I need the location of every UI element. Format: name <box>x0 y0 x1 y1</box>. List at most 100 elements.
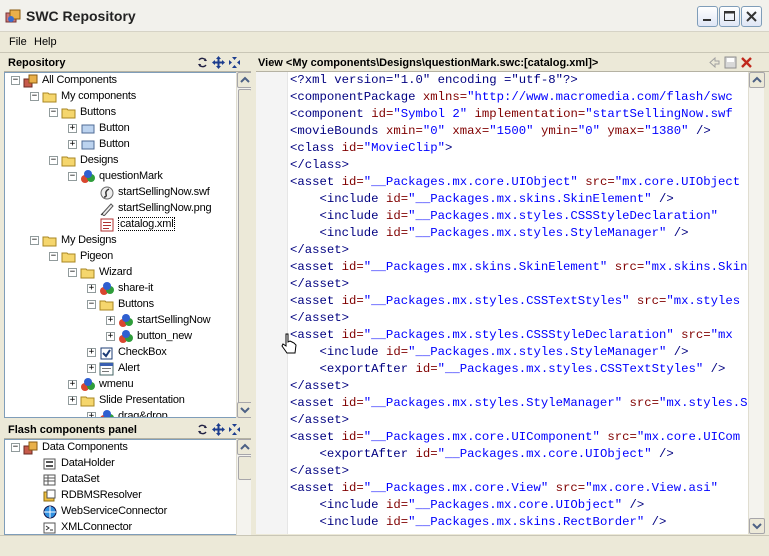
tree-item-label: drag&drop <box>118 410 168 418</box>
tree-item[interactable]: − Buttons <box>5 105 237 121</box>
tree-item[interactable]: DataSet <box>5 472 237 488</box>
collapse-toggle-icon[interactable]: − <box>49 156 58 165</box>
tree-item[interactable]: + button_new <box>5 329 237 345</box>
tree-item-label: Slide Presentation <box>99 394 185 406</box>
expand-toggle-icon[interactable]: + <box>106 332 115 341</box>
save-icon[interactable] <box>724 56 737 69</box>
collapse-toggle-icon[interactable]: − <box>30 236 39 245</box>
back-arrow-icon[interactable] <box>708 56 721 69</box>
tree-item[interactable]: + Alert <box>5 361 237 377</box>
tree-item[interactable]: XMLConnector <box>5 520 237 534</box>
tree-item[interactable]: + Button <box>5 121 237 137</box>
tree-item[interactable]: − questionMark <box>5 169 237 185</box>
tree-item[interactable]: WebServiceConnector <box>5 504 237 520</box>
menu-file[interactable]: File <box>9 36 27 48</box>
xml-code-view[interactable]: <?xml version="1.0" encoding ="utf-8"?> <… <box>288 72 748 534</box>
tree-item-label: Wizard <box>99 266 133 278</box>
expand-toggle-icon[interactable]: + <box>106 316 115 325</box>
expand-toggle-icon[interactable]: + <box>68 380 77 389</box>
scroll-up-button[interactable] <box>749 72 765 88</box>
collapse-toggle-icon[interactable]: − <box>49 252 58 261</box>
minimize-button[interactable] <box>697 6 718 27</box>
swc-component-icon <box>100 410 114 417</box>
tree-item-label: Buttons <box>80 106 116 118</box>
tree-item-label: Data Components <box>42 441 128 453</box>
expand-toggle-icon[interactable]: + <box>87 364 96 373</box>
tree-item[interactable]: − Wizard <box>5 265 237 281</box>
status-bar <box>0 535 769 556</box>
maximize-button[interactable] <box>719 6 740 27</box>
tree-item[interactable]: + startSellingNow <box>5 313 237 329</box>
close-button[interactable] <box>741 6 762 27</box>
scroll-thumb[interactable] <box>238 89 252 409</box>
flash-panel-title: Flash components panel <box>8 424 137 436</box>
expand-toggle-icon[interactable]: + <box>87 348 96 357</box>
repository-tree[interactable]: − All Components − My components − Buttons + Bu… <box>4 72 252 418</box>
menu-help[interactable]: Help <box>34 36 57 48</box>
expand-toggle-icon[interactable]: + <box>68 140 77 149</box>
tree-item-label: button_new <box>137 330 192 342</box>
title-bar: SWC Repository <box>0 0 769 32</box>
collapse-all-icon[interactable] <box>228 56 241 69</box>
tree-item[interactable]: − Buttons <box>5 297 237 313</box>
tree-item[interactable]: DataHolder <box>5 456 237 472</box>
tree-item-label: Buttons <box>118 298 154 310</box>
repository-scrollbar[interactable] <box>236 72 253 418</box>
tree-item[interactable]: catalog.xml <box>5 217 237 233</box>
code-line: </asset> <box>290 379 350 393</box>
code-line: <include id="__Packages.mx.styles.CSSSty… <box>290 209 719 223</box>
tree-item[interactable]: + CheckBox <box>5 345 237 361</box>
collapse-toggle-icon[interactable]: − <box>11 76 20 85</box>
expand-toggle-icon[interactable]: + <box>68 396 77 405</box>
tree-item-label: catalog.xml <box>118 217 176 231</box>
collapse-toggle-icon[interactable]: − <box>87 300 96 309</box>
xml-connector-icon <box>43 522 56 534</box>
view-panel-header: View <My components\Designs\questionMark… <box>256 55 769 72</box>
tree-item-label: DataSet <box>61 473 100 485</box>
tree-item[interactable]: startSellingNow.png <box>5 201 237 217</box>
repository-panel-title: Repository <box>8 57 66 69</box>
flash-components-tree[interactable]: − Data Components DataHolder DataSet RDBMSRe… <box>4 439 252 535</box>
collapse-toggle-icon[interactable]: − <box>68 268 77 277</box>
swc-component-icon <box>100 282 114 295</box>
tree-item-label: WebServiceConnector <box>61 505 168 517</box>
repository-panel-header: Repository <box>4 55 251 72</box>
tree-item-label: My Designs <box>61 234 117 246</box>
flash-panel-scrollbar[interactable] <box>236 439 253 535</box>
tree-item[interactable]: − Designs <box>5 153 237 169</box>
collapse-toggle-icon[interactable]: − <box>49 108 58 117</box>
code-line: <asset id="__Packages.mx.core.View" src=… <box>290 481 719 495</box>
collapse-toggle-icon[interactable]: − <box>11 443 20 452</box>
tree-item[interactable]: + Button <box>5 137 237 153</box>
tree-item[interactable]: + share-it <box>5 281 237 297</box>
tree-item[interactable]: startSellingNow.swf <box>5 185 237 201</box>
refresh-icon[interactable] <box>196 423 209 436</box>
expand-toggle-icon[interactable]: + <box>87 412 96 417</box>
move-icon[interactable] <box>212 56 225 69</box>
scroll-thumb[interactable] <box>238 456 252 480</box>
tree-item[interactable]: + drag&drop <box>5 409 237 418</box>
collapse-toggle-icon[interactable]: − <box>30 92 39 101</box>
tree-item-label: Pigeon <box>80 250 114 262</box>
code-scrollbar[interactable] <box>748 72 765 534</box>
refresh-icon[interactable] <box>196 56 209 69</box>
expand-toggle-icon[interactable]: + <box>87 284 96 293</box>
code-line: <?xml version="1.0" encoding ="utf-8"?> <box>290 73 578 87</box>
expand-toggle-icon[interactable]: + <box>68 124 77 133</box>
alert-component-icon <box>99 362 114 376</box>
tree-item[interactable]: − My Designs <box>5 233 237 249</box>
tree-item[interactable]: − Data Components <box>5 440 237 456</box>
tree-item[interactable]: − All Components <box>5 73 237 89</box>
tree-item[interactable]: RDBMSResolver <box>5 488 237 504</box>
tree-item[interactable]: + wmenu <box>5 377 237 393</box>
tree-item[interactable]: − My components <box>5 89 237 105</box>
tree-item[interactable]: − Pigeon <box>5 249 237 265</box>
code-line: </asset> <box>290 243 350 257</box>
code-line: <movieBounds xmin="0" xmax="1500" ymin="… <box>290 124 711 138</box>
close-view-icon[interactable] <box>740 56 753 69</box>
move-icon[interactable] <box>212 423 225 436</box>
collapse-toggle-icon[interactable]: − <box>68 172 77 181</box>
scroll-down-button[interactable] <box>749 518 765 534</box>
tree-item[interactable]: + Slide Presentation <box>5 393 237 409</box>
collapse-all-icon[interactable] <box>228 423 241 436</box>
